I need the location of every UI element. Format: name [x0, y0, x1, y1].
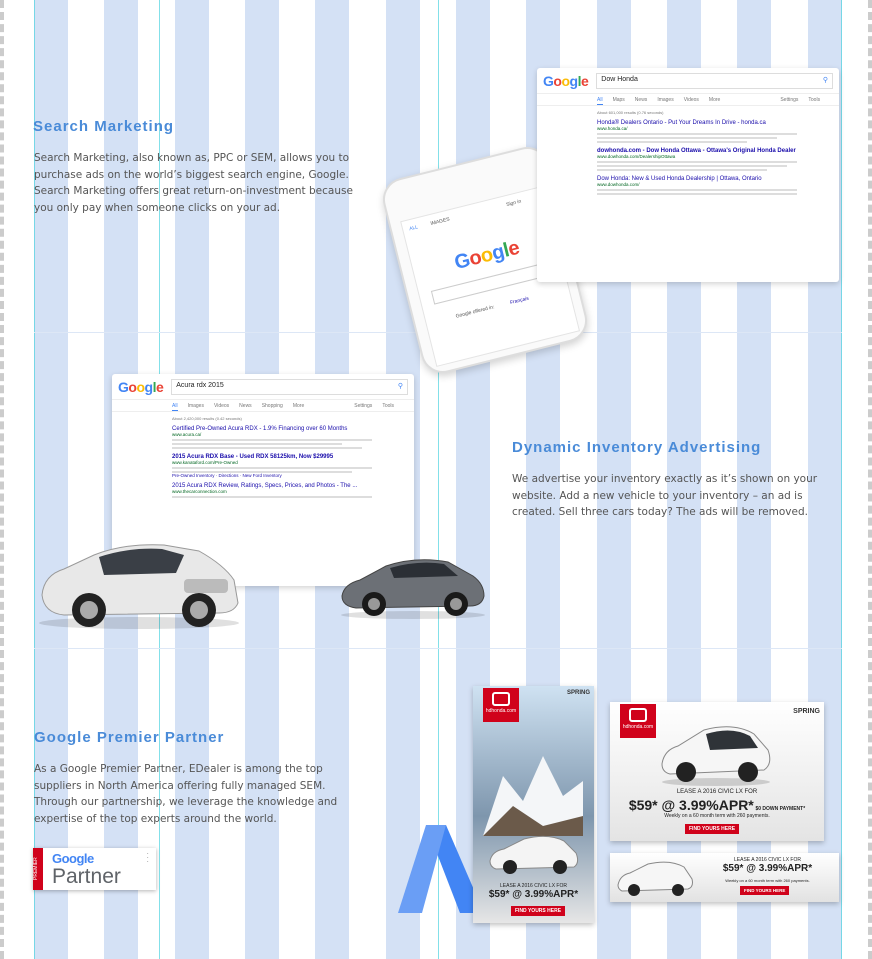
find-yours-button[interactable]: FIND YOURS HERE: [511, 906, 566, 916]
civic-car-image: [661, 726, 771, 786]
premier-partner-title: Google Premier Partner: [34, 729, 225, 746]
ad-price: $59* @ 3.99%APR*: [488, 889, 579, 900]
honda-logo: hdhonda.com: [483, 688, 519, 722]
guide-line: [438, 0, 439, 959]
search-marketing-title: Search Marketing: [33, 118, 175, 135]
ad-price: $59* @ 3.99%APR*: [628, 797, 754, 813]
serp-tabs: All Maps News Images Videos More Settings Tool…: [537, 94, 839, 106]
honda-banner-ad[interactable]: LEASE A 2016 CIVIC LX FOR $59* @ 3.99%AP…: [610, 853, 839, 902]
sedan-car-image: [341, 559, 485, 619]
partner-label: Partner: [52, 865, 121, 888]
serp-results: About 2,420,000 results (0.42 seconds) C…: [112, 412, 414, 498]
serp-query: Acura rdx 2015 ⚲: [171, 378, 408, 395]
google-logo: Google: [452, 236, 522, 275]
honda-rectangle-ad[interactable]: hdhonda.com SPRING LEASE A 2016 CIVIC LX…: [610, 702, 824, 841]
spring-event-label: SPRING: [566, 690, 590, 696]
search-icon: ⚲: [397, 382, 403, 390]
serp-dow-honda: Google Dow Honda ⚲ All Maps News Images Video…: [537, 68, 839, 282]
phone-tab-images: IMAGES: [429, 216, 451, 227]
section-divider: [34, 648, 842, 649]
serp-query: Dow Honda ⚲: [596, 72, 833, 89]
serp-tabs: All Images Videos News Shopping More Settings…: [112, 400, 414, 412]
civic-car-image: [489, 835, 579, 874]
premier-partner-body: As a Google Premier Partner, EDealer is …: [34, 763, 338, 825]
more-icon: · · ·: [146, 849, 149, 866]
guide-line: [841, 0, 842, 959]
honda-vertical-ad[interactable]: hdhonda.com SPRING LEASE A 2016 CIVIC LX…: [473, 686, 594, 923]
google-partner-badge: PREMIER Google Partner · · ·: [33, 848, 156, 890]
dynamic-inventory-body: We advertise your inventory exactly as i…: [512, 473, 818, 518]
phone-tab-all: ALL: [408, 224, 419, 233]
ad-term-text: Weekly on a 60 month term with 260 payme…: [664, 813, 770, 819]
google-ads-logo: [398, 825, 484, 913]
serp-results: About 601,000 results (0.76 seconds) Hon…: [537, 106, 839, 195]
ad-down-payment: $0 DOWN PAYMENT*: [755, 806, 806, 812]
mountain-image: [483, 756, 583, 836]
ad-term-text: Weekly on a 60 month term with 260 payme…: [725, 878, 810, 883]
google-logo: Google: [543, 72, 589, 89]
find-yours-button[interactable]: FIND YOURS HERE: [685, 824, 740, 834]
search-marketing-body: Search Marketing, also known as, PPC or …: [34, 152, 353, 214]
dynamic-inventory-title: Dynamic Inventory Advertising: [512, 439, 762, 456]
spring-event-label: SPRING: [793, 708, 820, 715]
phone-signin: Sign in: [505, 198, 522, 209]
honda-logo: hdhonda.com: [620, 704, 656, 738]
partner-google-label: Google: [52, 851, 94, 866]
find-yours-button[interactable]: FIND YOURS HERE: [740, 886, 790, 895]
phone-lang: Français: [509, 295, 530, 307]
phone-offered: Google offered in:: [455, 304, 496, 320]
google-logo: Google: [118, 378, 164, 395]
ad-price: $59* @ 3.99%APR*: [722, 863, 813, 874]
civic-car-image: [617, 861, 693, 896]
partner-side-label: PREMIER: [33, 848, 43, 890]
ad-lease-text: LEASE A 2016 CIVIC LX FOR: [676, 789, 758, 795]
suv-car-image: [39, 544, 239, 629]
search-icon: ⚲: [822, 76, 828, 84]
